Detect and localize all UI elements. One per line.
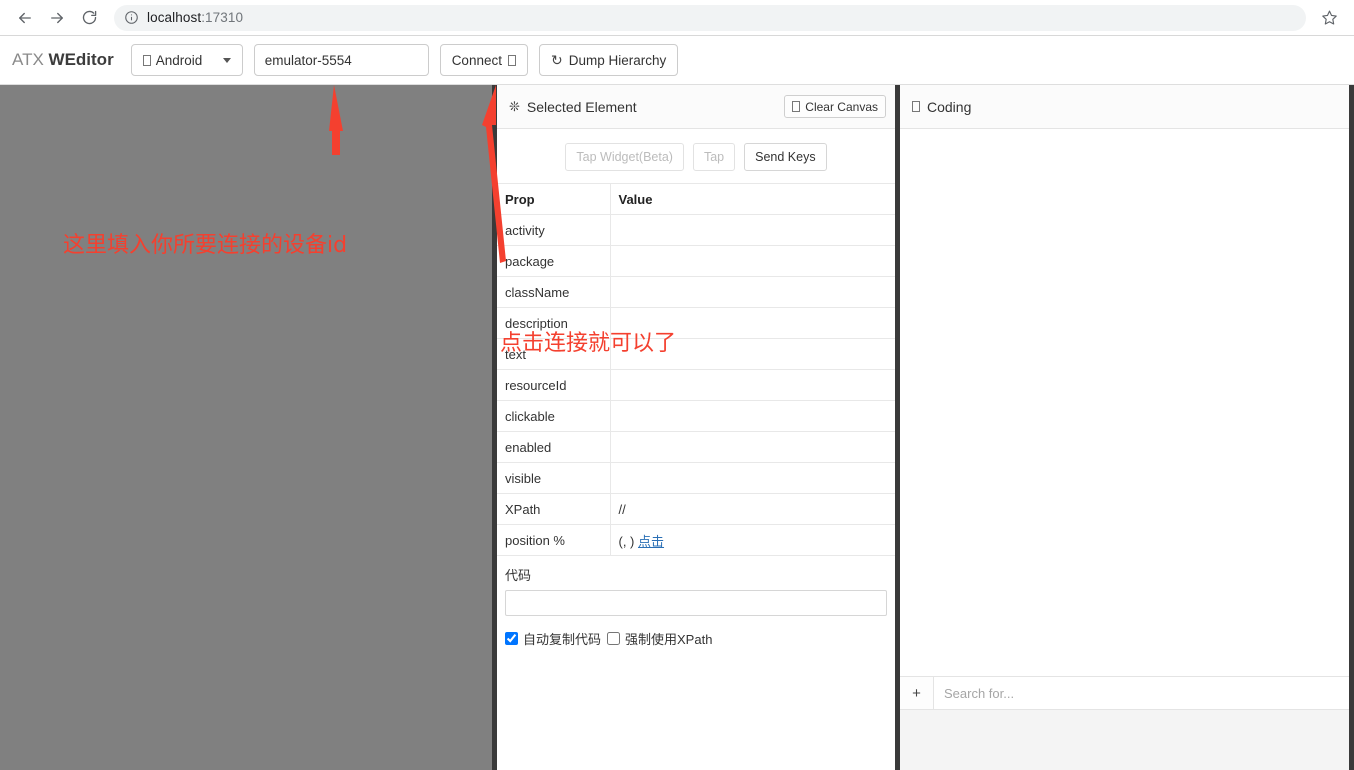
address-bar[interactable]: localhost:17310 [114, 4, 1306, 31]
platform-select[interactable]: Android [130, 44, 243, 76]
position-tap-link[interactable]: 点击 [638, 534, 664, 549]
prop-value [610, 400, 895, 432]
table-row: visible [497, 462, 895, 494]
table-row: activity [497, 214, 895, 246]
prop-value [610, 338, 895, 370]
prop-value [610, 462, 895, 494]
prop-name: visible [497, 462, 611, 494]
prop-value [610, 369, 895, 401]
prop-name: package [497, 245, 611, 277]
prop-name: description [497, 307, 611, 339]
table-row: XPath// [497, 493, 895, 525]
clear-canvas-label: Clear Canvas [805, 99, 878, 114]
missing-glyph-box-icon [792, 101, 801, 112]
prop-name: resourceId [497, 369, 611, 401]
url-port: :17310 [201, 10, 244, 25]
back-arrow-icon[interactable] [10, 3, 40, 33]
position-value: (, ) [618, 533, 635, 549]
table-row: resourceId [497, 369, 895, 401]
send-keys-button[interactable]: Send Keys [744, 143, 827, 171]
connect-button-label: Connect [451, 52, 502, 68]
device-serial-input[interactable] [253, 44, 429, 76]
prop-name: activity [497, 214, 611, 246]
site-info-icon[interactable] [124, 10, 139, 25]
browser-toolbar: localhost:17310 [0, 0, 1354, 36]
table-row: package [497, 245, 895, 277]
refresh-icon: ↻ [550, 51, 563, 68]
coding-footer [900, 710, 1349, 770]
screen-canvas[interactable] [0, 85, 497, 770]
coding-panel: Coding + [900, 85, 1354, 770]
auto-copy-code-label: 自动复制代码 [523, 632, 602, 647]
coding-editor[interactable] [900, 129, 1349, 676]
add-snippet-button[interactable]: + [900, 677, 934, 709]
reload-icon[interactable] [74, 3, 104, 33]
asterisk-circle-icon: ❊ [509, 99, 520, 114]
prop-name: enabled [497, 431, 611, 463]
code-label: 代码 [505, 568, 532, 583]
prop-name: XPath [497, 493, 611, 525]
inspector-title: ❊ Selected Element [509, 99, 637, 115]
inspector-header: ❊ Selected Element Clear Canvas [497, 85, 895, 129]
coding-title: Coding [927, 98, 972, 115]
prop-value [610, 214, 895, 246]
main-area: ❊ Selected Element Clear Canvas Tap Widg… [0, 85, 1354, 770]
brand-prefix: ATX [12, 50, 49, 69]
coding-search-row: + [900, 676, 1349, 710]
table-row: clickable [497, 400, 895, 432]
table-row: className [497, 276, 895, 308]
table-row: position % (, ) 点击 [497, 524, 895, 556]
platform-select-value: Android [155, 52, 203, 68]
app-toolbar: ATX WEditor Android Connect ↻ Dump Hiera… [0, 36, 1354, 85]
table-row: description [497, 307, 895, 339]
force-xpath-checkbox[interactable] [607, 632, 621, 645]
auto-copy-code-option[interactable]: 自动复制代码 [505, 629, 601, 648]
prop-name: text [497, 338, 611, 370]
missing-glyph-box-icon [142, 54, 151, 66]
code-options: 自动复制代码 强制使用XPath [505, 616, 887, 648]
coding-header: Coding [900, 85, 1349, 129]
column-header-prop: Prop [497, 183, 611, 215]
brand-main: WEditor [48, 50, 114, 69]
code-input[interactable] [505, 590, 887, 616]
force-xpath-option[interactable]: 强制使用XPath [607, 629, 712, 648]
forward-arrow-icon[interactable] [42, 3, 72, 33]
table-row: enabled [497, 431, 895, 463]
prop-name: position % [497, 524, 611, 556]
prop-name: clickable [497, 400, 611, 432]
column-header-value: Value [610, 183, 895, 215]
dump-hierarchy-label: Dump Hierarchy [568, 52, 667, 68]
prop-name: className [497, 276, 611, 308]
clear-canvas-button[interactable]: Clear Canvas [784, 95, 886, 118]
force-xpath-label: 强制使用XPath [625, 632, 713, 647]
star-icon[interactable] [1314, 3, 1344, 33]
dump-hierarchy-button[interactable]: ↻ Dump Hierarchy [538, 44, 679, 76]
table-header-row: Prop Value [497, 183, 895, 215]
url-host: localhost [147, 10, 202, 25]
prop-value [610, 431, 895, 463]
prop-value [610, 245, 895, 277]
prop-value [610, 276, 895, 308]
auto-copy-code-checkbox[interactable] [505, 632, 518, 645]
connect-button[interactable]: Connect [439, 44, 528, 76]
inspector-title-label: Selected Element [526, 98, 637, 115]
chevron-down-icon [222, 57, 231, 63]
prop-value [610, 307, 895, 339]
code-section: 代码 自动复制代码 强制使用XPath [497, 556, 895, 648]
missing-glyph-box-icon [507, 54, 516, 66]
missing-glyph-box-icon [912, 101, 920, 112]
tap-button[interactable]: Tap [692, 143, 736, 171]
properties-table: Prop Value activity package className de… [497, 183, 895, 556]
inspector-panel: ❊ Selected Element Clear Canvas Tap Widg… [497, 85, 900, 770]
tap-widget-button[interactable]: Tap Widget(Beta) [565, 143, 684, 171]
element-actions: Tap Widget(Beta) Tap Send Keys [497, 129, 895, 183]
prop-value: (, ) 点击 [610, 524, 895, 556]
prop-value: // [610, 493, 895, 525]
search-input[interactable] [934, 677, 1349, 709]
url-text: localhost:17310 [147, 10, 243, 25]
table-row: text [497, 338, 895, 370]
app-brand: ATX WEditor [12, 50, 120, 70]
